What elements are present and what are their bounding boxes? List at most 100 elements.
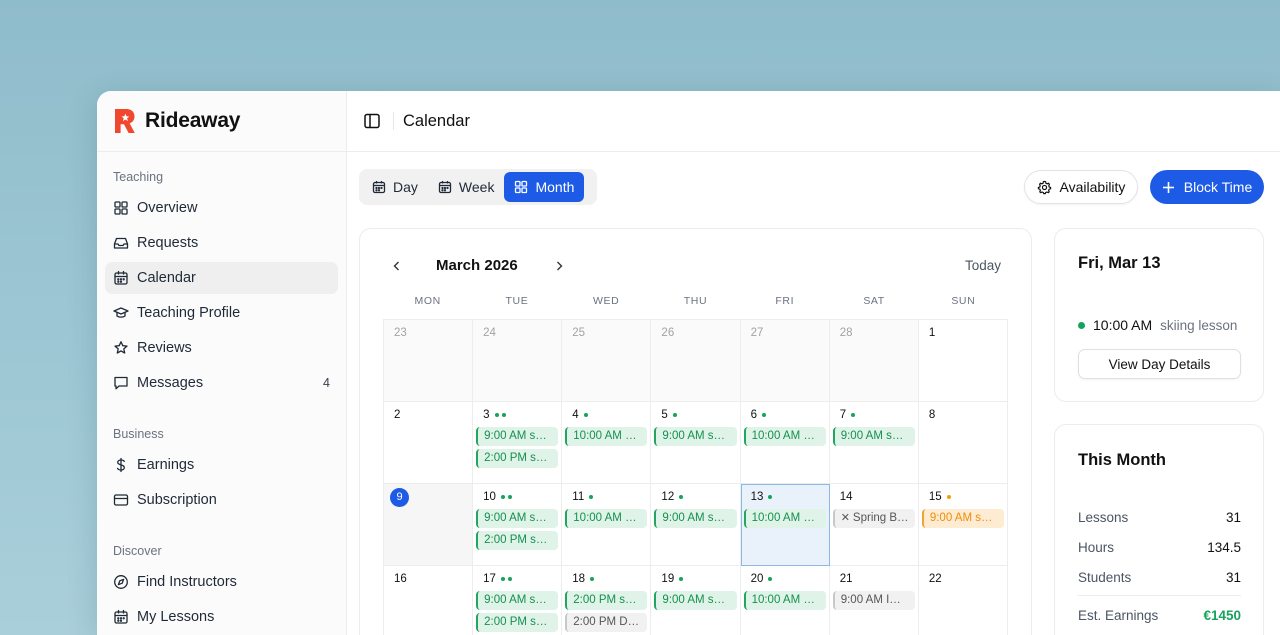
day-cell[interactable]: 1 (918, 320, 1008, 402)
day-cell[interactable]: 13 10:00 AM … (740, 484, 830, 566)
calendar-event[interactable]: 9:00 AM s… (654, 427, 737, 446)
day-number-text: 24 (483, 327, 496, 339)
day-cell[interactable]: 19 9:00 AM s… (651, 566, 741, 635)
day-number: 25 (565, 325, 647, 341)
day-number-text: 8 (928, 409, 936, 421)
day-summary-title: Fri, Mar 13 (1078, 254, 1161, 272)
calendar-event[interactable]: 9:00 AM s… (921, 509, 1004, 528)
day-cell[interactable]: 21 9:00 AM I… (829, 566, 919, 635)
view-day-details-button[interactable]: View Day Details (1078, 349, 1241, 379)
day-number-text: 19 (661, 573, 675, 585)
calendar-event[interactable]: 10:00 AM … (743, 509, 826, 528)
calendar-event[interactable]: 9:00 AM s… (654, 509, 737, 528)
calendar-event[interactable]: 10:00 AM … (743, 427, 826, 446)
stat-hours: Hours 134.5 (1078, 540, 1241, 555)
calendar-event[interactable]: 2:00 PM s… (565, 591, 648, 610)
event-dot (679, 577, 684, 581)
sidebar-item-reviews[interactable]: Reviews (105, 332, 338, 364)
day-number-text: 11 (572, 491, 585, 503)
day-cell[interactable]: 27 (740, 320, 830, 402)
day-cell[interactable]: 5 9:00 AM s… (651, 402, 741, 484)
day-cell[interactable]: 4 10:00 AM … (562, 402, 652, 484)
day-number: 8 (922, 407, 1004, 423)
calendar-event[interactable]: 9:00 AM s… (476, 427, 559, 446)
day-cell[interactable]: 16 (384, 566, 474, 635)
day-cell[interactable]: 23 (384, 320, 474, 402)
calendar-event[interactable]: 2:00 PM s… (476, 531, 559, 550)
sidebar-item-calendar[interactable]: Calendar (105, 262, 338, 294)
inbox-icon (113, 237, 129, 249)
calendar-event[interactable]: ✕ Spring B… (832, 509, 915, 528)
calendar-event[interactable]: 10:00 AM … (565, 509, 648, 528)
today-button[interactable]: Today (965, 258, 1001, 273)
view-week-button[interactable]: Week (428, 172, 505, 202)
day-cell[interactable]: 24 (473, 320, 563, 402)
chevron-right-icon[interactable] (552, 259, 566, 273)
day-cell[interactable]: 12 9:00 AM s… (651, 484, 741, 566)
day-event[interactable]: 10:00 AM skiing lesson (1078, 317, 1237, 333)
sidebar-item-earnings[interactable]: Earnings (105, 449, 338, 481)
day-cell[interactable]: 8 (918, 402, 1008, 484)
calendar-event[interactable]: 2:00 PM D… (565, 613, 648, 632)
day-cell[interactable]: 20 10:00 AM … (740, 566, 830, 635)
day-cell[interactable]: 28 (829, 320, 919, 402)
stat-lessons: Lessons 31 (1078, 510, 1241, 525)
calendar-event[interactable]: 9:00 AM s… (476, 509, 559, 528)
sidebar-item-requests[interactable]: Requests (105, 227, 338, 259)
day-cell[interactable]: 7 9:00 AM s… (829, 402, 919, 484)
event-dot (583, 413, 588, 417)
event-dot (672, 413, 677, 417)
day-number-text: 14 (839, 491, 853, 503)
day-number: 24 (476, 325, 558, 341)
day-cell[interactable]: 10 9:00 AM s… 2:00 PM s… (473, 484, 563, 566)
day-cell[interactable]: 22 (918, 566, 1008, 635)
day-number: 14 (833, 489, 915, 505)
weekday-label: FRI (775, 295, 795, 307)
day-number-text: 20 (750, 573, 764, 585)
view-month-label: Month (535, 179, 575, 195)
day-cell[interactable]: 17 9:00 AM s… 2:00 PM s… (473, 566, 563, 635)
sidebar-item-find-instructors[interactable]: Find Instructors (105, 566, 338, 598)
calendar-event[interactable]: 2:00 PM s… (476, 613, 559, 632)
calendar-event-text: 2:00 PM s… (484, 534, 548, 546)
view-day-button[interactable]: Day (362, 172, 428, 202)
day-cell[interactable]: 2 (384, 402, 474, 484)
day-cell[interactable]: 25 (562, 320, 652, 402)
day-cell[interactable]: 15 9:00 AM s… (918, 484, 1008, 566)
plus-icon (1162, 181, 1174, 193)
stat-value: 31 (1225, 510, 1241, 525)
day-cell[interactable]: 6 10:00 AM … (740, 402, 830, 484)
calendar-event[interactable]: 9:00 AM s… (832, 427, 915, 446)
day-cell[interactable]: 26 (651, 320, 741, 402)
calendar-event[interactable]: 10:00 AM … (565, 427, 648, 446)
calendar-event[interactable]: 9:00 AM s… (476, 591, 559, 610)
day-number: 16 (387, 571, 469, 587)
sidebar-item-messages[interactable]: Messages 4 (105, 367, 338, 399)
brand-name: Rideaway (145, 109, 241, 132)
day-cell[interactable]: 9 (384, 484, 474, 566)
weekday-label: SAT (863, 295, 885, 307)
sidebar-item-overview[interactable]: Overview (105, 192, 338, 224)
sidebar-toggle-icon[interactable] (363, 112, 381, 130)
chevron-left-icon[interactable] (390, 259, 404, 273)
sidebar-item-label: Reviews (137, 340, 192, 356)
calendar-event[interactable]: 9:00 AM s… (654, 591, 737, 610)
day-number-text: 1 (928, 327, 936, 339)
day-cell[interactable]: 3 9:00 AM s… 2:00 PM s… (473, 402, 563, 484)
availability-button[interactable]: Availability (1024, 170, 1138, 204)
day-number: 6 (744, 407, 826, 423)
sidebar-item-my-lessons[interactable]: My Lessons (105, 601, 338, 633)
calendar-event[interactable]: 9:00 AM I… (832, 591, 915, 610)
brand[interactable]: Rideaway (97, 91, 346, 152)
calendar-event[interactable]: 2:00 PM s… (476, 449, 559, 468)
calendar-event-text: 10:00 AM … (751, 594, 815, 606)
calendar-event[interactable]: 10:00 AM … (743, 591, 826, 610)
sidebar-item-subscription[interactable]: Subscription (105, 484, 338, 516)
day-cell[interactable]: 18 2:00 PM s… 2:00 PM D… (562, 566, 652, 635)
sidebar-item-teaching-profile[interactable]: Teaching Profile (105, 297, 338, 329)
block-time-button[interactable]: Block Time (1150, 170, 1264, 204)
day-number-text: 22 (928, 573, 942, 585)
day-cell[interactable]: 11 10:00 AM … (562, 484, 652, 566)
view-month-button[interactable]: Month (504, 172, 585, 202)
day-cell[interactable]: 14 ✕ Spring B… (829, 484, 919, 566)
